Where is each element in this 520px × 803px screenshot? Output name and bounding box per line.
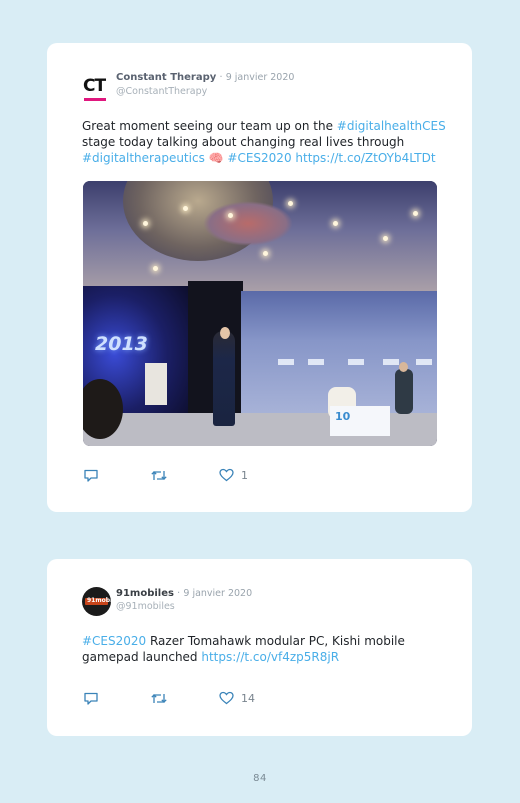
screen-year-text: 2013 bbox=[95, 333, 148, 355]
author-handle[interactable]: @91mobiles bbox=[116, 601, 175, 612]
91mobiles-logo: 91mobiles bbox=[85, 597, 111, 605]
hashtag-link[interactable]: #digitalhealthCES bbox=[337, 119, 446, 133]
page-number: 84 bbox=[253, 773, 267, 784]
avatar[interactable]: 91mobiles bbox=[82, 587, 111, 616]
constant-therapy-logo: CT bbox=[82, 76, 111, 105]
retweet-icon bbox=[151, 470, 167, 480]
reply-icon bbox=[84, 469, 98, 482]
like-icon bbox=[219, 468, 234, 482]
author-handle[interactable]: @ConstantTherapy bbox=[116, 86, 207, 97]
like-count: 1 bbox=[241, 468, 248, 482]
tweet-photo[interactable]: 2013 10 bbox=[83, 181, 437, 446]
hashtag-link[interactable]: #CES2020 bbox=[82, 634, 146, 648]
like-icon bbox=[219, 691, 234, 705]
reply-button[interactable] bbox=[83, 689, 99, 707]
tweet-text-segment: stage today talking about changing real … bbox=[82, 135, 405, 149]
author-name[interactable]: Constant Therapy bbox=[116, 72, 216, 83]
tweet-actions: 1 bbox=[83, 466, 383, 486]
like-button[interactable]: 1 bbox=[219, 466, 248, 484]
hashtag-link[interactable]: #CES2020 bbox=[227, 151, 291, 165]
like-count: 14 bbox=[241, 691, 255, 705]
tweet-header: 91mobiles · 9 janvier 2020 bbox=[116, 588, 252, 599]
retweet-icon bbox=[151, 693, 167, 703]
tweet-actions: 14 bbox=[83, 689, 383, 709]
tweet-date[interactable]: 9 janvier 2020 bbox=[226, 72, 295, 83]
author-name[interactable]: 91mobiles bbox=[116, 588, 174, 599]
separator: · bbox=[219, 72, 223, 83]
hashtag-link[interactable]: #digitaltherapeutics bbox=[82, 151, 205, 165]
tweet-text: Great moment seeing our team up on the #… bbox=[82, 118, 452, 166]
avatar[interactable]: CT bbox=[82, 76, 111, 105]
tweet-card: CT Constant Therapy · 9 janvier 2020 @Co… bbox=[47, 43, 472, 512]
tweet-header: Constant Therapy · 9 janvier 2020 bbox=[116, 72, 294, 83]
like-button[interactable]: 14 bbox=[219, 689, 255, 707]
url-link[interactable]: https://t.co/ZtOYb4LTDt bbox=[295, 151, 435, 165]
stage-sign-text: 10 bbox=[335, 410, 351, 423]
brain-emoji: 🧠 bbox=[204, 151, 228, 165]
tweet-text-segment: Great moment seeing our team up on the bbox=[82, 119, 337, 133]
tweet-text: #CES2020 Razer Tomahawk modular PC, Kish… bbox=[82, 633, 452, 665]
tweet-card: 91mobiles 91mobiles · 9 janvier 2020 @91… bbox=[47, 559, 472, 736]
retweet-button[interactable] bbox=[150, 689, 168, 707]
reply-icon bbox=[84, 692, 98, 705]
reply-button[interactable] bbox=[83, 466, 99, 484]
retweet-button[interactable] bbox=[150, 466, 168, 484]
separator: · bbox=[177, 588, 181, 599]
tweet-date[interactable]: 9 janvier 2020 bbox=[183, 588, 252, 599]
url-link[interactable]: https://t.co/vf4zp5R8jR bbox=[201, 650, 339, 664]
